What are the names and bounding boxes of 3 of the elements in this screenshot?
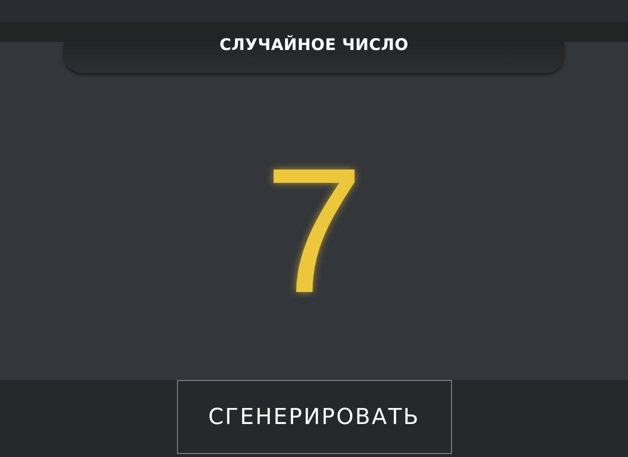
header-title: СЛУЧАЙНОЕ ЧИСЛО xyxy=(219,37,408,53)
random-number: 7 xyxy=(264,142,364,320)
generate-button[interactable]: СГЕНЕРИРОВАТЬ xyxy=(176,380,452,454)
